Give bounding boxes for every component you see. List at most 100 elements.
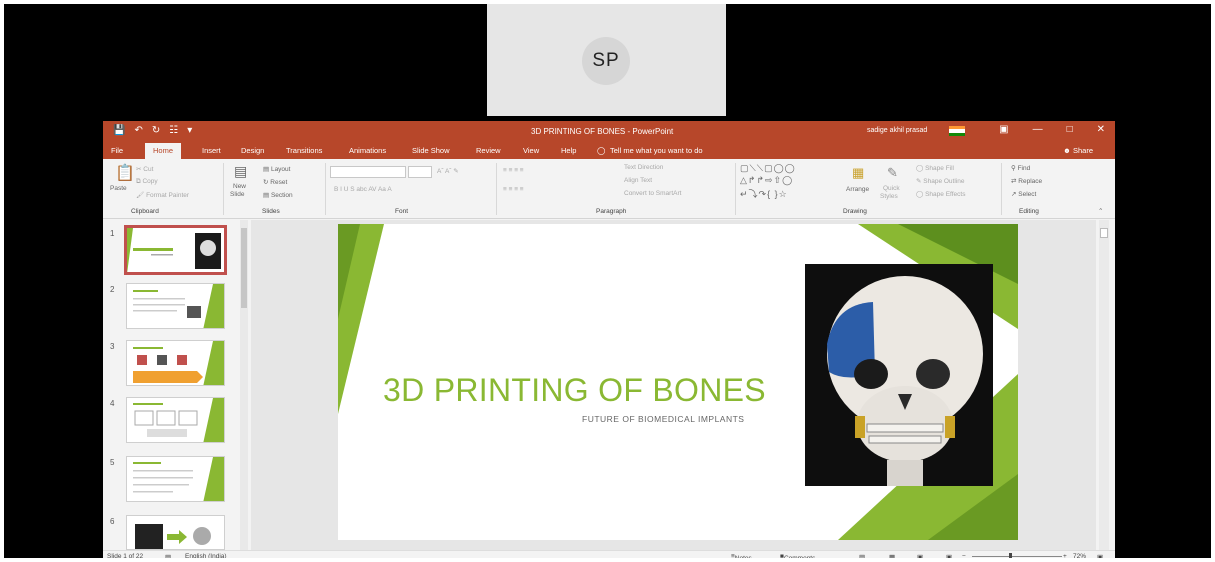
person-icon: ☻ (1063, 146, 1073, 155)
language-indicator[interactable]: English (India) (185, 553, 227, 560)
thumb-2-preview (133, 284, 224, 328)
shape-outline-button[interactable]: ✎ Shape Outline (916, 177, 964, 185)
copy-button[interactable]: ⧉ Copy (136, 178, 158, 186)
redo-icon[interactable]: ↻ (152, 125, 160, 137)
group-separator (1001, 163, 1002, 215)
bullets-icon[interactable]: ≡ ≡ ≡ ≡ (503, 167, 524, 174)
window-controls: ▣ — □ ✕ (999, 124, 1105, 135)
slide-vertical-scrollbar[interactable] (1099, 220, 1109, 550)
zoom-slider[interactable] (972, 556, 1062, 557)
font-format-buttons[interactable]: B I U S abc AV Aa A (334, 186, 392, 193)
current-slide[interactable]: 3D PRINTING OF BONES FUTURE OF BIOMEDICA… (338, 224, 1018, 540)
tab-animations[interactable]: Animations (349, 146, 386, 155)
tab-review[interactable]: Review (476, 146, 501, 155)
shapes-gallery-row-3[interactable]: ↵⤵↷{ }☆ (740, 187, 788, 200)
participant-tile[interactable]: SP (487, 4, 726, 116)
undo-icon[interactable]: ↶ (134, 125, 142, 137)
thumb-5-preview (133, 457, 224, 501)
arrange-icon[interactable]: ▦ (852, 165, 864, 181)
tell-me-box[interactable]: Tell me what you want to do (610, 146, 703, 155)
shapes-gallery-row-2[interactable]: △↱↱⇨⇧◯ (740, 175, 793, 186)
share-button[interactable]: ☻ Share (1063, 146, 1093, 155)
clipboard-group-label: Clipboard (131, 208, 159, 215)
replace-label: Replace (1018, 178, 1043, 185)
slide-thumbnail-1[interactable] (124, 225, 227, 275)
layout-button[interactable]: ▤ Layout (263, 165, 290, 173)
customize-qat-icon[interactable]: ▾ (187, 125, 192, 137)
format-painter-button[interactable]: 🖌 Format Painter (136, 191, 189, 199)
fit-to-window-icon[interactable]: ▣ (1097, 553, 1103, 561)
find-button[interactable]: ⚲ Find (1011, 164, 1030, 172)
new-slide-button-2[interactable]: Slide (230, 191, 244, 198)
cut-button[interactable]: ✂ Cut (136, 165, 153, 173)
maximize-icon[interactable]: □ (1067, 124, 1073, 135)
status-bar: Slide 1 of 22 ▤ English (India) ≡ Notes … (103, 550, 1115, 562)
close-icon[interactable]: ✕ (1097, 124, 1105, 135)
thumbnail-scroll-knob[interactable] (241, 228, 247, 308)
user-name[interactable]: sadige akhil prasad (867, 127, 927, 134)
slide-thumbnail-3[interactable] (126, 340, 225, 386)
zoom-in-button[interactable]: + (1063, 553, 1067, 560)
zoom-out-button[interactable]: − (962, 553, 966, 560)
slide-thumbnail-2[interactable] (126, 283, 225, 329)
shape-effects-button[interactable]: ◯ Shape Effects (916, 190, 965, 198)
tab-home[interactable]: Home (145, 143, 182, 159)
paste-icon[interactable]: 📋 (115, 163, 135, 183)
align-text-button[interactable]: Align Text (624, 177, 652, 184)
new-slide-button[interactable]: New (233, 183, 246, 190)
tab-transitions[interactable]: Transitions (286, 146, 322, 155)
skull-image[interactable] (805, 264, 993, 486)
normal-view-icon[interactable]: ▤ (859, 553, 865, 561)
slide-thumbnail-4[interactable] (126, 397, 225, 443)
thumbnail-scrollbar[interactable] (240, 220, 248, 550)
zoom-level[interactable]: 72% (1073, 553, 1086, 560)
paste-button[interactable]: Paste (110, 185, 127, 192)
spellcheck-icon[interactable]: ▤ (165, 553, 171, 561)
quick-styles-button[interactable]: Quick (883, 185, 900, 192)
tab-insert[interactable]: Insert (202, 146, 221, 155)
align-icons[interactable]: ≡ ≡ ≡ ≡ (503, 186, 524, 193)
replace-button[interactable]: ⇄ Replace (1011, 177, 1042, 185)
slideshow-view-icon[interactable]: ▣ (946, 553, 952, 561)
skull-illustration (805, 264, 993, 486)
notes-button[interactable]: ≡ Notes (731, 553, 752, 562)
group-separator (325, 163, 326, 215)
shape-outline-label: Shape Outline (923, 178, 965, 185)
slide-thumbnail-5[interactable] (126, 456, 225, 502)
slide-title[interactable]: 3D PRINTING OF BONES (383, 372, 766, 409)
ribbon-display-icon[interactable]: ▣ (999, 124, 1008, 135)
reset-button[interactable]: ↻ Reset (263, 178, 287, 186)
font-name-box[interactable] (330, 166, 406, 178)
collapse-ribbon-icon[interactable]: ⌃ (1098, 207, 1103, 215)
minimize-icon[interactable]: — (1033, 124, 1043, 135)
section-button[interactable]: ▤ Section (263, 191, 293, 199)
save-icon[interactable]: 💾 (113, 125, 125, 137)
new-slide-icon[interactable]: ▤ (234, 163, 247, 180)
font-size-box[interactable] (408, 166, 432, 178)
tab-slide-show[interactable]: Slide Show (412, 146, 450, 155)
share-label: Share (1072, 146, 1093, 155)
slide-scroll-knob[interactable] (1100, 228, 1108, 238)
convert-smartart-button[interactable]: Convert to SmartArt (624, 190, 681, 197)
shapes-gallery[interactable]: ▢⟍⟍▢◯◯ (740, 163, 796, 174)
grow-shrink-font-icon[interactable]: Aˆ Aˇ ✎ (437, 167, 459, 175)
section-label: Section (270, 192, 293, 199)
quick-styles-icon[interactable]: ✎ (887, 165, 898, 181)
shape-fill-button[interactable]: ◯ Shape Fill (916, 164, 954, 172)
start-from-beginning-icon[interactable]: ☷ (169, 125, 178, 137)
tab-view[interactable]: View (523, 146, 539, 155)
comments-button[interactable]: ■ Comments (780, 553, 815, 562)
slide-sorter-icon[interactable]: ▦ (889, 553, 895, 561)
slide-thumbnail-6[interactable] (126, 515, 225, 550)
text-direction-button[interactable]: Text Direction (624, 164, 663, 171)
tab-design[interactable]: Design (241, 146, 264, 155)
arrange-button[interactable]: Arrange (846, 186, 869, 193)
reading-view-icon[interactable]: ▣ (917, 553, 923, 561)
select-button[interactable]: ↗ Select (1011, 190, 1036, 198)
slide-subtitle[interactable]: FUTURE OF BIOMEDICAL IMPLANTS (582, 414, 744, 424)
slides-group-label: Slides (262, 208, 280, 215)
tab-help[interactable]: Help (561, 146, 576, 155)
tab-file[interactable]: File (111, 146, 123, 155)
zoom-slider-knob[interactable] (1009, 553, 1012, 560)
quick-styles-button-2[interactable]: Styles (880, 193, 898, 200)
